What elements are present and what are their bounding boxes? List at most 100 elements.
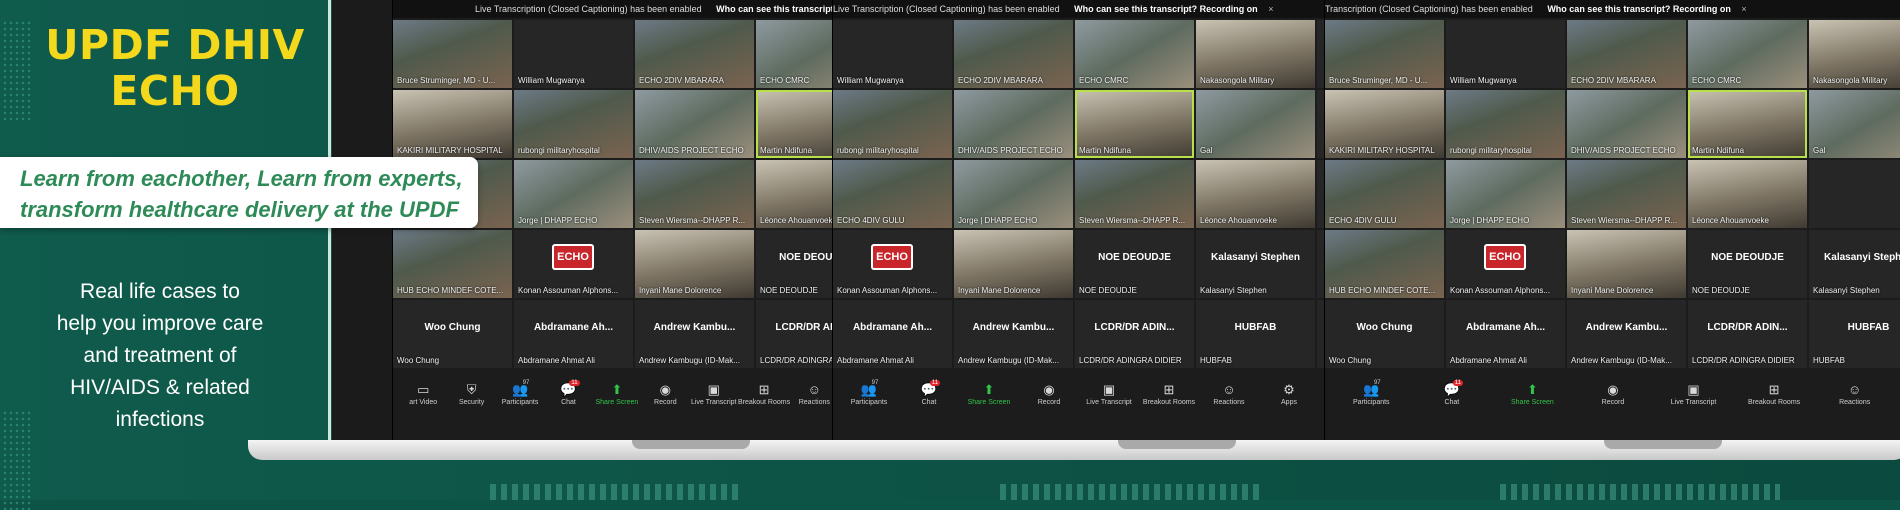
toolbar-chat-button[interactable]: 💬 11 Chat bbox=[544, 380, 592, 408]
participant-tile[interactable]: HUBFAB HUBFAB bbox=[1809, 300, 1900, 368]
transcript-visibility-link[interactable]: Who can see this transcript? Recording o… bbox=[1074, 4, 1258, 14]
toolbar-record-button[interactable]: ◉ Record bbox=[1021, 382, 1077, 408]
participant-tile[interactable]: Abdramane Ah... Abdramane Ahmat Ali bbox=[1446, 300, 1565, 368]
toolbar-cc-button[interactable]: ▣ Live Transcript bbox=[690, 382, 738, 408]
toolbar-breakout-button[interactable]: ⊞ Breakout Rooms bbox=[1141, 382, 1197, 408]
toolbar-cc-button[interactable]: ▣ Live Transcript bbox=[1666, 382, 1722, 408]
participant-tile[interactable]: ECHO CMRC bbox=[1075, 20, 1194, 88]
participant-tile[interactable]: Inyani Mane Dolorence bbox=[954, 230, 1073, 298]
participant-tile[interactable]: HUBFAB HUBFAB bbox=[1196, 300, 1315, 368]
toolbar-share-screen-button[interactable]: ⬆ Share Screen bbox=[961, 382, 1017, 408]
participant-tile[interactable]: DHIV/AIDS PROJECT ECHO bbox=[1567, 90, 1686, 158]
toolbar-record-button[interactable]: ◉ Record bbox=[641, 382, 689, 408]
record-icon: ◉ bbox=[1607, 382, 1619, 397]
participant-tile[interactable]: DHIV/AIDS PROJECT ECHO bbox=[954, 90, 1073, 158]
participant-tile[interactable]: Kalasanyi Stephen Kalasanyi Stephen bbox=[1809, 230, 1900, 298]
participant-tile[interactable]: William Mugwanya bbox=[514, 20, 633, 88]
participant-tile[interactable]: Nakasongola Military bbox=[1196, 20, 1315, 88]
participant-tile[interactable]: ECHO 2DIV MBARARA bbox=[1567, 20, 1686, 88]
participant-tile[interactable]: ECHO Konan Assouman Alphons... bbox=[514, 230, 633, 298]
participant-tile[interactable]: Martin Ndifuna bbox=[1075, 90, 1194, 158]
toolbar-breakout-button[interactable]: ⊞ Breakout Rooms bbox=[738, 382, 790, 408]
participant-tile[interactable]: ECHO Konan Assouman Alphons... bbox=[1446, 230, 1565, 298]
toolbar-apps-button[interactable]: ⚙ Apps bbox=[1261, 382, 1317, 408]
participant-name-label: ECHO CMRC bbox=[1079, 76, 1129, 85]
transcript-visibility-link[interactable]: Who can see this transcript? Recording o… bbox=[1547, 4, 1731, 14]
toolbar-label: Chat bbox=[921, 399, 937, 406]
participant-tile[interactable]: KAKIRI MILITARY HOSPITAL bbox=[1325, 90, 1444, 158]
toolbar-reactions-button[interactable]: ☺ Reactions bbox=[1827, 382, 1883, 408]
decorative-stripes bbox=[1000, 484, 1260, 500]
participant-tile[interactable]: Andrew Kambu... Andrew Kambugu (ID-Mak... bbox=[954, 300, 1073, 368]
participant-tile[interactable]: KAKIRI MILITARY HOSPITAL bbox=[393, 90, 512, 158]
participant-tile[interactable]: Gal bbox=[1809, 90, 1900, 158]
title-line: UPDF DHIV bbox=[45, 21, 305, 69]
cc-icon: ▣ bbox=[1687, 382, 1700, 397]
participant-name-label: Nakasongola Military bbox=[1813, 76, 1888, 85]
participant-tile[interactable]: DHIV/AIDS PROJECT ECHO bbox=[635, 90, 754, 158]
toolbar-label: Record bbox=[1037, 399, 1061, 406]
participant-tile[interactable]: Nakasongola Military bbox=[1809, 20, 1900, 88]
participant-tile[interactable]: ECHO Konan Assouman Alphons... bbox=[833, 230, 952, 298]
participant-name-label: Inyani Mane Dolorence bbox=[958, 286, 1041, 295]
participant-tile[interactable]: Bruce Struminger, MD - U... bbox=[393, 20, 512, 88]
toolbar-breakout-button[interactable]: ⊞ Breakout Rooms bbox=[1746, 382, 1802, 408]
participant-tile[interactable]: Kalasanyi Stephen Kalasanyi Stephen bbox=[1196, 230, 1315, 298]
participant-tile[interactable]: Abdramane Ah... Abdramane Ahmat Ali bbox=[514, 300, 633, 368]
toolbar-participants-button[interactable]: 👥 97 Participants bbox=[841, 380, 897, 408]
participant-tile[interactable]: rubongi militaryhospital bbox=[1446, 90, 1565, 158]
toolbar-video-button[interactable]: ▭ art Video bbox=[399, 382, 447, 408]
participant-tile[interactable]: Jorge | DHAPP ECHO bbox=[1446, 160, 1565, 228]
participant-tile[interactable]: Steven Wiersma--DHAPP R... bbox=[1075, 160, 1194, 228]
participant-tile[interactable]: Gal bbox=[1196, 90, 1315, 158]
participant-name-label: Léonce Ahouanvoeke bbox=[1692, 216, 1769, 225]
toolbar-shield-button[interactable]: ⛨ Security bbox=[447, 382, 495, 408]
participant-tile[interactable]: Bruce Struminger, MD - U... bbox=[1325, 20, 1444, 88]
participant-tile[interactable]: William Mugwanya bbox=[833, 20, 952, 88]
participant-tile[interactable]: HUB ECHO MINDEF COTE... bbox=[1325, 230, 1444, 298]
close-icon[interactable]: × bbox=[1268, 4, 1273, 14]
participant-tile[interactable]: Léonce Ahouanvoeke bbox=[1196, 160, 1315, 228]
toolbar-record-button[interactable]: ◉ Record bbox=[1585, 382, 1641, 408]
participant-tile[interactable]: Andrew Kambu... Andrew Kambugu (ID-Mak... bbox=[1567, 300, 1686, 368]
participant-tile[interactable]: rubongi militaryhospital bbox=[514, 90, 633, 158]
participant-tile[interactable]: rubongi militaryhospital bbox=[833, 90, 952, 158]
participant-tile[interactable]: HUB ECHO MINDEF COTE... bbox=[393, 230, 512, 298]
toolbar-share-screen-button[interactable]: ⬆ Share Screen bbox=[593, 382, 641, 408]
toolbar-reactions-button[interactable]: ☺ Reactions bbox=[1201, 382, 1257, 408]
participant-tile[interactable]: Léonce Ahouanvoeke bbox=[1688, 160, 1807, 228]
participant-tile[interactable]: Abdramane Ah... Abdramane Ahmat Ali bbox=[833, 300, 952, 368]
toolbar-participants-button[interactable]: 👥 97 Participants bbox=[1343, 380, 1399, 408]
participant-tile[interactable]: Martin Ndifuna bbox=[1688, 90, 1807, 158]
toolbar-share-screen-button[interactable]: ⬆ Share Screen bbox=[1504, 382, 1560, 408]
toolbar-label: Record bbox=[654, 399, 677, 406]
participant-tile[interactable]: Inyani Mane Dolorence bbox=[635, 230, 754, 298]
participant-tile[interactable]: ECHO 4DIV GULU bbox=[1325, 160, 1444, 228]
toolbar-chat-button[interactable]: 💬 11 Chat bbox=[1424, 380, 1480, 408]
participant-tile[interactable] bbox=[1809, 160, 1900, 228]
participant-tile[interactable]: Steven Wiersma--DHAPP R... bbox=[635, 160, 754, 228]
participant-tile[interactable]: ECHO CMRC bbox=[1688, 20, 1807, 88]
participant-tile[interactable]: Jorge | DHAPP ECHO bbox=[954, 160, 1073, 228]
toolbar-chat-button[interactable]: 💬 11 Chat bbox=[901, 380, 957, 408]
participant-tile[interactable]: LCDR/DR ADIN... LCDR/DR ADINGRA DIDIER bbox=[1075, 300, 1194, 368]
participant-tile[interactable]: Jorge | DHAPP ECHO bbox=[514, 160, 633, 228]
participant-tile[interactable]: William Mugwanya bbox=[1446, 20, 1565, 88]
tagline-line: transform healthcare delivery at the UPD… bbox=[20, 197, 459, 222]
participant-tile[interactable]: Woo Chung Woo Chung bbox=[1325, 300, 1444, 368]
participant-tile[interactable]: ECHO 2DIV MBARARA bbox=[954, 20, 1073, 88]
participant-tile[interactable]: NOE DEOUDJE NOE DEOUDJE bbox=[1688, 230, 1807, 298]
toolbar-cc-button[interactable]: ▣ Live Transcript bbox=[1081, 382, 1137, 408]
participant-tile[interactable]: LCDR/DR ADIN... LCDR/DR ADINGRA DIDIER bbox=[1688, 300, 1807, 368]
participant-tile[interactable]: ECHO 4DIV GULU bbox=[833, 160, 952, 228]
participant-tile[interactable]: NOE DEOUDJE NOE DEOUDJE bbox=[1075, 230, 1194, 298]
toolbar-participants-button[interactable]: 👥 97 Participants bbox=[496, 380, 544, 408]
toolbar-label: Live Transcript bbox=[1670, 399, 1717, 406]
participant-tile[interactable]: ECHO 2DIV MBARARA bbox=[635, 20, 754, 88]
close-icon[interactable]: × bbox=[1741, 4, 1746, 14]
participant-tile[interactable]: Inyani Mane Dolorence bbox=[1567, 230, 1686, 298]
participant-tile[interactable]: Woo Chung Woo Chung bbox=[393, 300, 512, 368]
participant-tile[interactable]: Steven Wiersma--DHAPP R... bbox=[1567, 160, 1686, 228]
record-icon: ◉ bbox=[659, 382, 671, 397]
participant-tile[interactable]: Andrew Kambu... Andrew Kambugu (ID-Mak... bbox=[635, 300, 754, 368]
